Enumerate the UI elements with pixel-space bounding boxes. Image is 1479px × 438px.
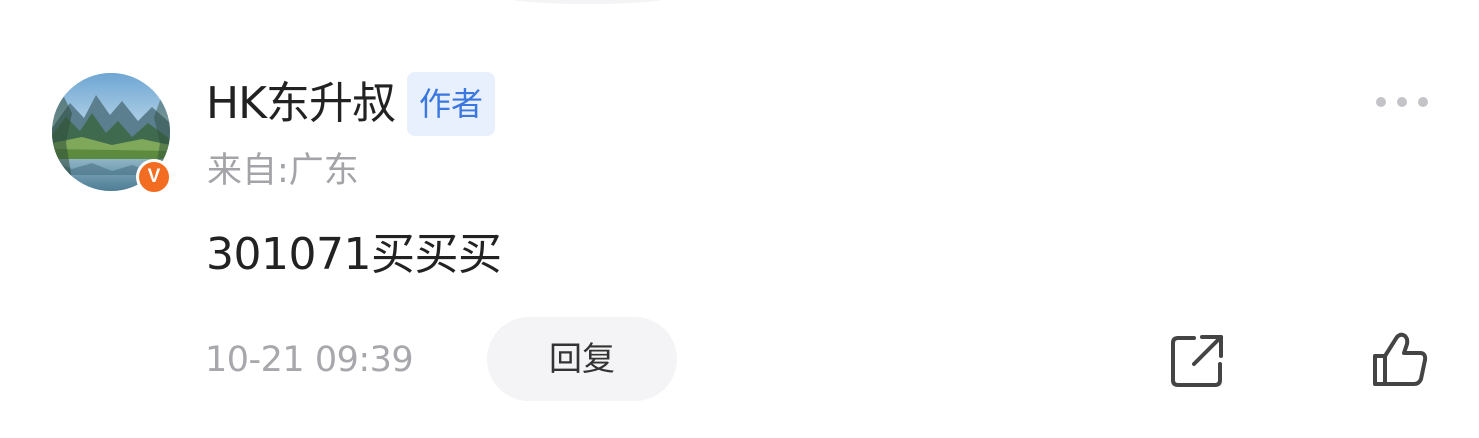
more-dot xyxy=(1418,97,1428,107)
username[interactable]: HK东升叔 xyxy=(206,72,396,136)
verified-badge-icon: V xyxy=(136,159,172,195)
more-dots-icon[interactable] xyxy=(1372,90,1432,114)
avatar-container[interactable]: V xyxy=(52,73,174,195)
top-divider-shadow xyxy=(505,0,670,4)
location-label: 来自:广东 xyxy=(207,151,359,191)
comment-header: HK东升叔 作者 xyxy=(206,72,495,136)
share-icon[interactable] xyxy=(1168,332,1226,390)
comment-card: V HK东升叔 作者 来自:广东 301071买买买 10-21 09:39 回… xyxy=(0,0,1479,438)
comment-timestamp: 10-21 09:39 xyxy=(205,340,414,380)
more-dot xyxy=(1376,97,1386,107)
more-dot xyxy=(1397,97,1407,107)
thumbs-up-icon[interactable] xyxy=(1370,330,1430,390)
author-tag: 作者 xyxy=(406,72,495,136)
reply-button[interactable]: 回复 xyxy=(487,317,677,401)
comment-text: 301071买买买 xyxy=(206,229,502,280)
